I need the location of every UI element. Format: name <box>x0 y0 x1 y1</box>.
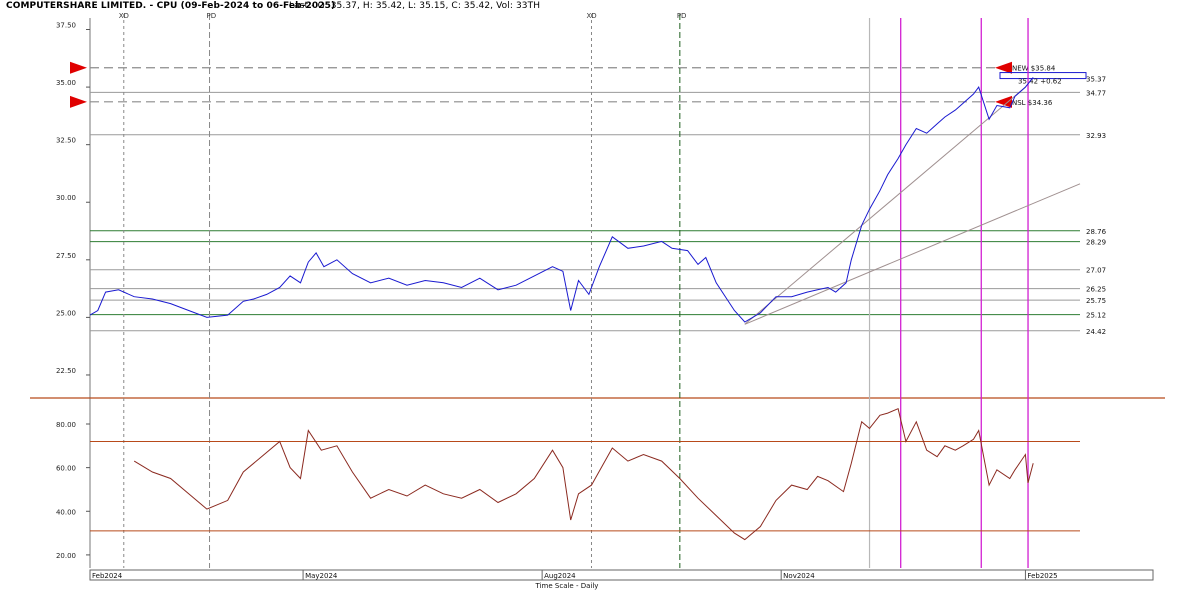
price-tick-label: 37.50 <box>56 22 76 30</box>
month-label: Feb2025 <box>1027 572 1057 580</box>
time-axis: Feb2024 May2024 Aug2024 Nov2024 Feb2025 Time … <box>89 569 1154 590</box>
level-label: 25.12 <box>1086 312 1106 320</box>
price-tick-label: 27.50 <box>56 252 76 260</box>
level-label: 34.77 <box>1086 89 1106 97</box>
price-tick-label: 35.00 <box>56 79 76 87</box>
rsi-tick-label: 60.00 <box>56 465 76 473</box>
event-markers: XD XD PD PD <box>119 12 1029 568</box>
xd-label: XD <box>586 12 596 20</box>
pd-label: PD <box>677 12 687 20</box>
stock-chart: 37.50 35.00 32.50 30.00 27.50 25.00 22.50 34.7… <box>30 12 1165 590</box>
nsl-guide-left-marker <box>70 95 87 108</box>
nsl-guide-label: NSL $34.36 <box>1012 99 1053 107</box>
level-label: 26.25 <box>1086 286 1106 294</box>
time-scale-caption: Time Scale - Daily <box>535 582 599 590</box>
change-label: 35.42 +0.62 <box>1018 78 1062 86</box>
rsi-line <box>133 408 1034 541</box>
chart-title: COMPUTERSHARE LIMITED. - CPU (09-Feb-202… <box>6 1 336 11</box>
last-price-label: 35.37 <box>1086 76 1106 84</box>
last-prices: Last:- O: 35.37, H: 35.42, L: 35.15, C: … <box>289 1 541 11</box>
level-label: 27.07 <box>1086 267 1106 275</box>
price-tick-label: 22.50 <box>56 367 76 375</box>
rsi-tick-label: 80.00 <box>56 421 76 429</box>
price-axis: 37.50 35.00 32.50 30.00 27.50 25.00 22.50 <box>56 22 90 376</box>
new-high-guide-right-marker <box>995 61 1012 74</box>
pd-label: PD <box>207 12 217 20</box>
price-tick-label: 32.50 <box>56 137 76 145</box>
price-tick-label: 25.00 <box>56 309 76 317</box>
month-label: Nov2024 <box>783 572 815 580</box>
level-label: 28.76 <box>1086 228 1107 236</box>
level-label: 28.29 <box>1086 239 1106 247</box>
support-resistance-levels: 34.77 32.93 27.07 26.25 25.75 24.42 28.76 28.29… <box>70 61 1107 336</box>
month-label: Aug2024 <box>544 572 576 580</box>
level-label: 24.42 <box>1086 328 1106 336</box>
level-label: 25.75 <box>1086 297 1106 305</box>
rsi-tick-label: 40.00 <box>56 508 76 516</box>
new-high-guide-label: NEW $35.84 <box>1012 65 1056 73</box>
price-tick-label: 30.00 <box>56 194 76 202</box>
chart-frame <box>30 18 1165 568</box>
level-label: 32.93 <box>1086 132 1106 140</box>
rsi-tick-label: 20.00 <box>56 552 76 560</box>
new-high-guide-left-marker <box>70 61 87 74</box>
month-label: Feb2024 <box>92 572 123 580</box>
time-axis-box <box>89 569 1154 581</box>
month-label: May2024 <box>305 572 338 580</box>
trendline <box>744 183 1081 325</box>
xd-label: XD <box>119 12 129 20</box>
